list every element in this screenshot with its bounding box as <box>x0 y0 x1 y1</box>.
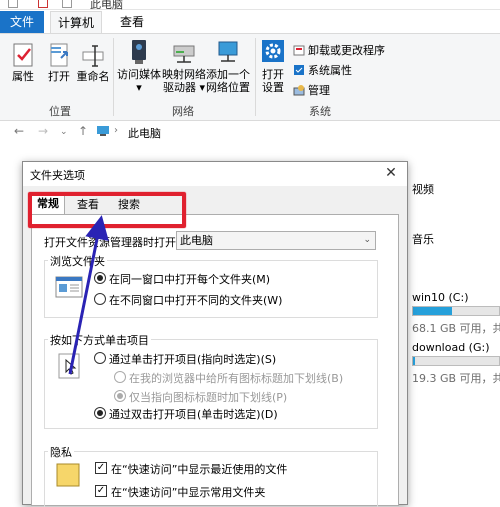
new-window-label[interactable]: 在不同窗口中打开不同的文件夹(W) <box>109 292 282 308</box>
click-items-legend: 按如下方式单击项目 <box>48 332 151 348</box>
folder-videos[interactable]: 视频 <box>412 181 434 197</box>
access-media-button[interactable]: 访问媒体 ▾ <box>117 38 161 94</box>
drive-c-usage-bar <box>412 306 500 316</box>
network-location-icon <box>218 41 238 62</box>
group-system-label: 系统 <box>309 105 331 118</box>
open-button[interactable]: 打开 <box>42 42 76 83</box>
group-location-label: 位置 <box>49 105 71 118</box>
underline-on-point-label[interactable]: 仅当指向图标标题时加下划线(P) <box>129 389 287 405</box>
browse-folders-legend: 浏览文件夹 <box>48 253 107 269</box>
open-settings-button[interactable]: 打开 设置 <box>258 38 288 94</box>
add-network-location-button[interactable]: 添加一个 网络位置 <box>205 38 251 94</box>
underline-on-point-radio[interactable] <box>114 390 126 402</box>
title-bar: 此电脑 <box>0 0 500 11</box>
quick-access-dropdown-icon[interactable] <box>62 0 72 8</box>
this-pc-icon <box>97 126 109 136</box>
properties-label: 属性 <box>12 70 34 83</box>
access-media-dropdown: ▾ <box>136 81 142 94</box>
drive-c-free: 68.1 GB 可用，共 1 <box>412 322 500 335</box>
rename-icon <box>82 45 104 67</box>
group-network-label: 网络 <box>172 105 194 118</box>
open-label: 打开 <box>48 70 70 83</box>
show-recent-files-checkbox[interactable]: ✓ <box>95 462 107 474</box>
drive-g-free: 19.3 GB 可用，共 1 <box>412 372 500 385</box>
drive-g-usage-bar <box>412 356 500 366</box>
properties-icon <box>13 43 33 67</box>
single-click-label[interactable]: 通过单击打开项目(指向时选定)(S) <box>109 351 276 367</box>
chevron-down-icon: ⌄ <box>363 235 371 245</box>
recent-dropdown-icon[interactable]: ⌄ <box>60 127 68 137</box>
rename-label: 重命名 <box>76 70 110 83</box>
properties-button[interactable]: 属性 <box>6 42 40 83</box>
double-click-label[interactable]: 通过双击打开项目(单击时选定)(D) <box>109 406 278 422</box>
drive-c-label[interactable]: win10 (C:) <box>412 291 469 304</box>
up-arrow-icon[interactable]: ↑ <box>78 124 88 138</box>
uninstall-program-button[interactable]: 卸载或更改程序 <box>293 42 385 58</box>
add-network-location-line1: 添加一个 <box>206 68 250 81</box>
browse-folders-icon <box>55 276 83 298</box>
show-recent-files-label[interactable]: 在“快速访问”中显示最近使用的文件 <box>111 461 287 477</box>
double-click-radio[interactable] <box>94 407 106 419</box>
close-icon[interactable]: ✕ <box>383 165 399 181</box>
open-explorer-value: 此电脑 <box>180 234 213 247</box>
manage-icon <box>293 85 305 96</box>
breadcrumb[interactable]: 此电脑 <box>128 125 161 141</box>
address-bar <box>0 121 500 143</box>
ribbon-separator <box>255 38 256 116</box>
manage-label: 管理 <box>308 84 330 97</box>
network-drive-icon <box>173 45 195 63</box>
gear-icon <box>262 40 284 62</box>
underline-always-label[interactable]: 在我的浏览器中给所有图标标题加下划线(B) <box>129 370 343 386</box>
navigation-pane <box>0 143 22 505</box>
drive-c-usage-fill <box>413 307 452 315</box>
same-window-label[interactable]: 在同一窗口中打开每个文件夹(M) <box>109 271 270 287</box>
add-network-location-line2: 网络位置 <box>206 81 250 94</box>
same-window-radio[interactable] <box>94 272 106 284</box>
tab-file[interactable]: 文件 <box>0 11 44 33</box>
manage-button[interactable]: 管理 <box>293 82 330 98</box>
highlight-box-annotation <box>28 192 186 228</box>
folder-music[interactable]: 音乐 <box>412 231 434 247</box>
map-network-drive-line2: 驱动器 ▾ <box>162 81 206 94</box>
access-media-label: 访问媒体 <box>117 68 161 81</box>
single-click-radio[interactable] <box>94 352 106 364</box>
show-frequent-folders-checkbox[interactable]: ✓ <box>95 485 107 497</box>
tab-computer[interactable]: 计算机 <box>50 11 102 34</box>
dialog-title-bar: 文件夹选项 ✕ <box>23 162 407 186</box>
quick-access-icon[interactable] <box>8 0 18 8</box>
ribbon-separator <box>113 38 114 116</box>
uninstall-label: 卸载或更改程序 <box>308 44 385 57</box>
tab-view[interactable]: 查看 <box>112 11 152 33</box>
open-explorer-select[interactable]: 此电脑 ⌄ <box>176 231 376 250</box>
forward-arrow-icon[interactable]: → <box>38 124 48 138</box>
new-window-radio[interactable] <box>94 293 106 305</box>
uninstall-icon <box>293 45 305 56</box>
privacy-legend: 隐私 <box>48 444 74 460</box>
drive-g-usage-fill <box>413 357 415 365</box>
show-frequent-folders-label[interactable]: 在“快速访问”中显示常用文件夹 <box>111 484 265 500</box>
pointer-click-icon <box>58 353 80 379</box>
open-settings-line1: 打开 <box>262 68 284 81</box>
properties-quick-icon[interactable] <box>38 0 48 8</box>
open-explorer-label: 打开文件资源管理器时打开: <box>44 236 180 249</box>
open-icon <box>50 43 68 67</box>
drive-g-label[interactable]: download (G:) <box>412 341 490 354</box>
open-settings-line2: 设置 <box>262 81 284 94</box>
system-properties-icon <box>294 65 304 75</box>
rename-button[interactable]: 重命名 <box>76 42 110 83</box>
system-properties-label: 系统属性 <box>308 64 352 77</box>
system-properties-button[interactable]: 系统属性 <box>293 62 352 78</box>
media-icon <box>132 40 146 64</box>
map-network-drive-line1: 映射网络 <box>162 68 206 81</box>
dialog-title: 文件夹选项 <box>30 169 85 182</box>
back-arrow-icon[interactable]: ← <box>14 124 24 138</box>
underline-always-radio[interactable] <box>114 371 126 383</box>
map-network-drive-button[interactable]: 映射网络 驱动器 ▾ <box>162 38 206 94</box>
privacy-icon <box>56 463 80 487</box>
breadcrumb-chevron-icon[interactable]: › <box>114 125 118 136</box>
